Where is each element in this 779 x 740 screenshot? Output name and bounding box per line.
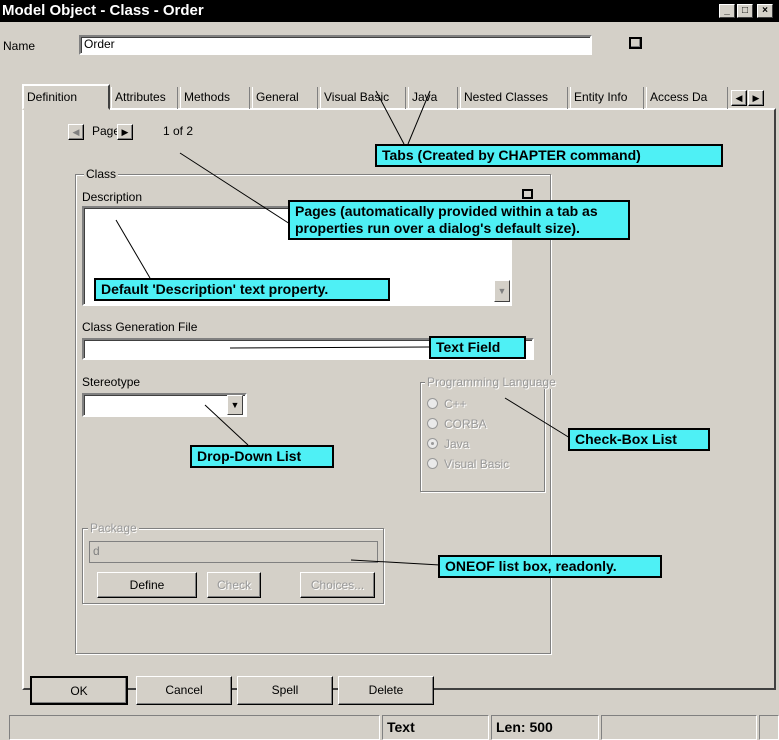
cancel-button[interactable]: Cancel (136, 676, 232, 705)
page-next-icon[interactable]: ▶ (117, 124, 133, 140)
callout-tabs: Tabs (Created by CHAPTER command) (375, 144, 723, 167)
radio-corba-label: CORBA (444, 417, 487, 431)
page-prev-icon[interactable]: ◀ (68, 124, 84, 140)
name-input-value: Order (84, 37, 115, 51)
name-label: Name (3, 39, 36, 53)
radio-java-label: Java (444, 437, 470, 451)
tab-definition[interactable]: Definition (22, 84, 110, 110)
stereotype-label: Stereotype (82, 375, 141, 389)
callout-text-field: Text Field (429, 336, 526, 359)
radio-visual-basic[interactable] (427, 458, 438, 469)
delete-button[interactable]: Delete (338, 676, 434, 705)
package-value: d (93, 544, 100, 558)
page-count: 1 of 2 (163, 124, 194, 138)
radio-visual-basic-label: Visual Basic (444, 457, 510, 471)
language-group (420, 382, 545, 492)
stereotype-dropdown-icon[interactable]: ▼ (227, 395, 243, 415)
description-label: Description (82, 190, 143, 204)
title-bar: Model Object - Class - Order _ □ × (0, 0, 779, 22)
radio-java[interactable] (427, 438, 438, 449)
close-button[interactable]: × (757, 4, 773, 18)
tab-methods[interactable]: Methods (180, 87, 250, 109)
language-legend: Programming Language (425, 375, 558, 389)
define-button[interactable]: Define (97, 572, 197, 598)
name-expand-icon[interactable] (629, 37, 642, 49)
tab-java[interactable]: Java (408, 87, 458, 109)
name-input[interactable]: Order (79, 35, 592, 55)
description-scroll-down-icon[interactable]: ▼ (494, 280, 510, 302)
choices-button[interactable]: Choices... (300, 572, 375, 598)
tab-nested-classes[interactable]: Nested Classes (460, 87, 568, 109)
generation-file-label: Class Generation File (82, 320, 198, 334)
radio-corba[interactable] (427, 418, 438, 429)
radio-cpp[interactable] (427, 398, 438, 409)
tab-scroll-right-icon[interactable]: ▶ (748, 90, 764, 106)
status-pane-extra (601, 715, 757, 740)
tab-general[interactable]: General (252, 87, 318, 109)
callout-checkbox: Check-Box List (568, 428, 710, 451)
callout-oneof: ONEOF list box, readonly. (438, 555, 662, 578)
tab-attributes[interactable]: Attributes (111, 87, 178, 109)
package-readonly-field: d (89, 541, 378, 563)
status-length: Len: 500 (491, 715, 599, 740)
ok-button[interactable]: OK (30, 676, 128, 705)
tab-scroll-left-icon[interactable]: ◀ (731, 90, 747, 106)
maximize-button[interactable]: □ (737, 4, 753, 18)
tab-entity-info[interactable]: Entity Info (570, 87, 644, 109)
status-pane-grip (759, 715, 779, 740)
minimize-button[interactable]: _ (719, 4, 735, 18)
page-label: Page (92, 124, 121, 138)
callout-description: Default 'Description' text property. (94, 278, 390, 301)
check-button[interactable]: Check (207, 572, 261, 598)
callout-dropdown: Drop-Down List (190, 445, 334, 468)
status-mode: Text (382, 715, 489, 740)
stereotype-select[interactable] (82, 393, 247, 417)
package-legend: Package (88, 521, 139, 535)
callout-pages: Pages (automatically provided within a t… (288, 200, 630, 240)
status-pane-main (9, 715, 380, 740)
window-title: Model Object - Class - Order (2, 2, 204, 19)
description-expand-icon[interactable] (522, 189, 533, 199)
class-group-legend: Class (84, 167, 119, 181)
tab-visual-basic[interactable]: Visual Basic (320, 87, 406, 109)
spell-button[interactable]: Spell (237, 676, 333, 705)
radio-cpp-label: C++ (444, 397, 467, 411)
tab-access-data[interactable]: Access Da (646, 87, 728, 109)
